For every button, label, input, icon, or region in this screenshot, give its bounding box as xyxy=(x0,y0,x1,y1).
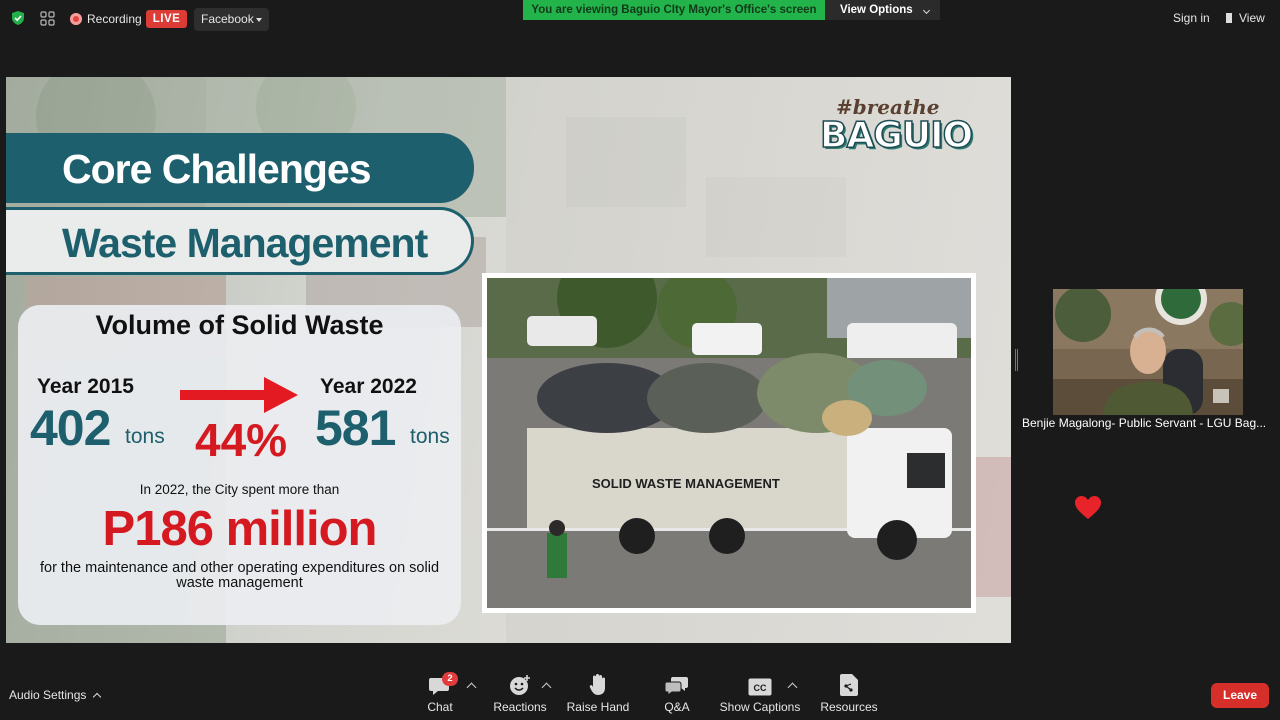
year-2015-label: Year 2015 xyxy=(37,375,134,398)
year-2022-value: 581 xyxy=(315,400,396,456)
chat-options-chevron-icon[interactable] xyxy=(466,682,477,693)
live-badge: LIVE xyxy=(146,10,187,28)
chat-unread-badge: 2 xyxy=(442,672,458,686)
chevron-down-icon xyxy=(922,6,931,15)
increase-arrow-icon xyxy=(180,377,298,413)
reactions-label: Reactions xyxy=(493,700,547,714)
recording-label: Recording xyxy=(87,12,142,26)
view-layout-icon xyxy=(1226,13,1235,23)
chat-label: Chat xyxy=(427,700,453,714)
banner-title: Core Challenges xyxy=(62,146,372,192)
solid-waste-card: Volume of Solid Waste Year 2015 402 tons… xyxy=(18,305,461,625)
garbage-truck-photo: SOLID WASTE MANAGEMENT xyxy=(487,278,971,608)
heart-reaction-icon xyxy=(1075,496,1101,519)
show-captions-button[interactable]: CC Show Captions xyxy=(718,672,802,716)
year-2015-value: 402 xyxy=(30,400,111,456)
recording-dot-icon xyxy=(70,13,82,25)
view-label: View xyxy=(1239,11,1265,25)
security-shield-icon[interactable] xyxy=(10,10,26,26)
audio-settings-label: Audio Settings xyxy=(9,688,87,702)
stream-target-label: Facebook xyxy=(201,12,254,26)
reactions-button[interactable]: Reactions xyxy=(490,672,550,716)
raise-hand-label: Raise Hand xyxy=(566,700,630,714)
logo-name: BAGUIO xyxy=(819,114,974,157)
raise-hand-icon xyxy=(589,674,605,695)
garbage-truck-photo-frame: SOLID WASTE MANAGEMENT xyxy=(482,273,976,613)
raise-hand-button[interactable]: Raise Hand xyxy=(566,672,630,716)
apps-grid-icon[interactable] xyxy=(40,11,55,26)
view-options-button[interactable]: View Options xyxy=(825,0,940,20)
stream-target-dropdown[interactable]: Facebook xyxy=(194,8,269,31)
resources-label: Resources xyxy=(820,700,878,714)
year-2022-label: Year 2022 xyxy=(320,375,417,398)
panel-resize-handle[interactable] xyxy=(1015,349,1018,371)
participant-video xyxy=(1053,289,1243,415)
chevron-down-icon xyxy=(256,18,262,22)
view-button[interactable]: View xyxy=(1226,11,1265,25)
waste-management-banner: Waste Management xyxy=(6,207,474,275)
shared-screen-slide: #breathe BAGUIO Core Challenges Waste Ma… xyxy=(6,77,1011,643)
closed-captions-icon: CC xyxy=(748,678,772,696)
increase-percent: 44% xyxy=(195,414,288,466)
card-title: Volume of Solid Waste xyxy=(95,310,384,340)
spent-purpose: for the maintenance and other operating … xyxy=(39,560,440,591)
qa-icon xyxy=(665,677,688,696)
qa-label: Q&A xyxy=(664,700,690,714)
resources-button[interactable]: Resources xyxy=(820,672,878,716)
qa-button[interactable]: Q&A xyxy=(657,672,697,716)
chevron-up-icon xyxy=(93,692,102,701)
spent-amount: P186 million xyxy=(102,502,378,556)
truck-sign: SOLID WASTE MANAGEMENT xyxy=(592,476,780,491)
banner-subtitle: Waste Management xyxy=(62,220,428,266)
zoom-webinar-window: Recording LIVE Facebook You are viewing … xyxy=(0,0,1280,720)
viewing-screen-banner: You are viewing Baguio CIty Mayor's Offi… xyxy=(523,0,825,20)
leave-button[interactable]: Leave xyxy=(1211,683,1269,708)
year-2022-unit: tons xyxy=(410,425,450,448)
resources-document-icon xyxy=(840,674,858,696)
sign-in-button[interactable]: Sign in xyxy=(1173,11,1210,25)
captions-icon-text: CC xyxy=(754,683,767,693)
reactions-smiley-icon xyxy=(510,675,530,695)
year-2015-unit: tons xyxy=(125,425,165,448)
participant-video-tile[interactable] xyxy=(1053,289,1243,415)
top-bar: Recording LIVE Facebook You are viewing … xyxy=(0,0,1280,38)
view-options-label: View Options xyxy=(840,4,913,16)
recording-indicator[interactable]: Recording xyxy=(70,10,142,28)
audio-settings-button[interactable]: Audio Settings xyxy=(9,688,102,702)
breathe-baguio-logo: #breathe BAGUIO xyxy=(818,93,978,163)
core-challenges-banner: Core Challenges xyxy=(6,133,474,203)
show-captions-label: Show Captions xyxy=(719,700,801,714)
participant-name: Benjie Magalong- Public Servant - LGU Ba… xyxy=(1022,416,1267,430)
spent-intro: In 2022, the City spent more than xyxy=(139,482,340,497)
